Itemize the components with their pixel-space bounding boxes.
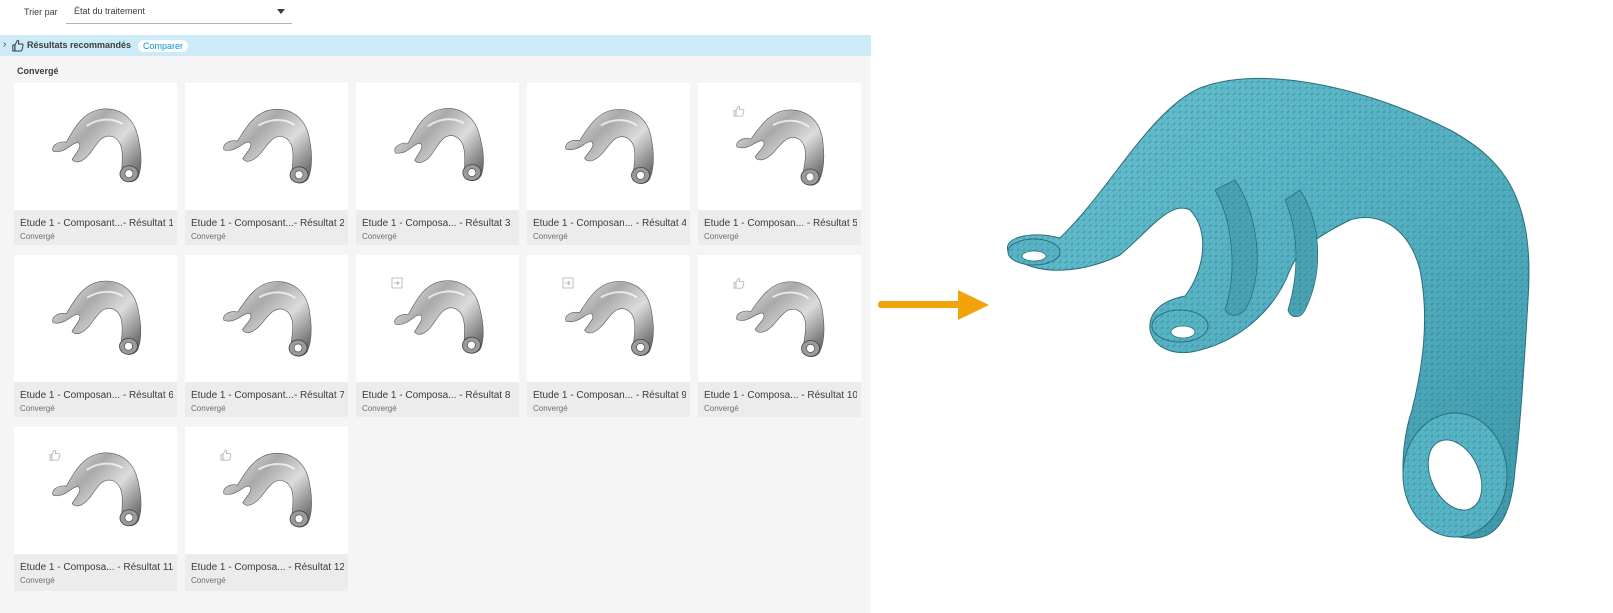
results-grid: Convergé Étude 1 - Composant...- Résulta… [0, 56, 871, 613]
sort-bar: Trier par État du traitement [0, 0, 871, 35]
part-thumbnail [736, 281, 825, 358]
result-status: Convergé [704, 232, 739, 241]
sort-label: Trier par [24, 7, 58, 17]
result-status: Convergé [533, 232, 568, 241]
arrow-right-icon [878, 290, 989, 320]
result-thumbnail[interactable] [527, 255, 690, 382]
result-thumbnail[interactable] [14, 427, 177, 554]
result-card[interactable]: Étude 1 - Composant...- Résultat 2 Conve… [185, 83, 348, 245]
result-thumbnail[interactable] [356, 255, 519, 382]
result-thumbnail[interactable] [698, 83, 861, 210]
part-thumbnail [223, 108, 312, 184]
result-title: Étude 1 - Composa... - Résultat 10 [704, 390, 857, 401]
meshed-part-model [1007, 77, 1530, 539]
caret-down-icon [277, 9, 285, 14]
thumbs-up-icon[interactable] [49, 449, 61, 461]
part-thumbnail [52, 280, 141, 355]
result-card[interactable]: Étude 1 - Composa... - Résultat 3 Conver… [356, 83, 519, 245]
result-thumbnail[interactable] [14, 255, 177, 382]
result-card[interactable]: Étude 1 - Composan... - Résultat 5 Conve… [698, 83, 861, 245]
thumbs-up-icon[interactable] [220, 449, 232, 461]
result-status: Convergé [704, 404, 739, 413]
result-card[interactable]: Étude 1 - Composa... - Résultat 12 Conve… [185, 427, 348, 591]
result-title: Étude 1 - Composant...- Résultat 7 [191, 390, 344, 401]
result-status: Convergé [191, 576, 226, 585]
result-status: Convergé [191, 232, 226, 241]
chevron-right-icon[interactable]: › [3, 40, 6, 50]
result-title: Étude 1 - Composan... - Résultat 6 [20, 390, 173, 401]
result-thumbnail[interactable] [698, 255, 861, 382]
result-card[interactable]: Étude 1 - Composa... - Résultat 11 Conve… [14, 427, 177, 591]
result-thumbnail[interactable] [185, 427, 348, 554]
part-thumbnail [565, 281, 654, 356]
result-title: Étude 1 - Composa... - Résultat 8 [362, 390, 511, 401]
thumbs-up-icon [12, 39, 24, 52]
result-status: Convergé [20, 576, 55, 585]
part-thumbnail [736, 109, 825, 186]
result-status: Convergé [191, 404, 226, 413]
sort-dropdown[interactable]: État du traitement [66, 0, 292, 24]
part-thumbnail [394, 280, 484, 354]
result-card[interactable]: Étude 1 - Composant...- Résultat 7 Conve… [185, 255, 348, 417]
result-card[interactable]: Étude 1 - Composan... - Résultat 9 Conve… [527, 255, 690, 417]
result-thumbnail[interactable] [14, 83, 177, 210]
result-status: Convergé [533, 404, 568, 413]
result-status: Convergé [20, 232, 55, 241]
result-title: Étude 1 - Composant...- Résultat 2 [191, 218, 344, 229]
result-title: Étude 1 - Composant...- Résultat 1 [20, 218, 173, 229]
result-thumbnail[interactable] [185, 255, 348, 382]
result-title: Étude 1 - Composa... - Résultat 12 [191, 562, 344, 573]
result-card[interactable]: Étude 1 - Composant...- Résultat 1 Conve… [14, 83, 177, 245]
result-status: Convergé [362, 404, 397, 413]
result-title: Étude 1 - Composan... - Résultat 5 [704, 218, 857, 229]
result-title: Étude 1 - Composan... - Résultat 9 [533, 390, 686, 401]
result-status: Convergé [362, 232, 397, 241]
recommended-results-bar[interactable]: › Résultats recommandés Comparer [0, 35, 871, 56]
sort-dropdown-value: État du traitement [74, 6, 146, 16]
part-thumbnail [223, 452, 312, 528]
part-thumbnail [52, 452, 142, 527]
part-thumbnail [52, 108, 142, 183]
result-title: Étude 1 - Composa... - Résultat 11 [20, 562, 173, 573]
result-thumbnail[interactable] [185, 83, 348, 210]
thumbs-up-icon[interactable] [733, 105, 745, 117]
group-label-converged: Convergé [17, 66, 59, 76]
compare-button[interactable]: Comparer [138, 40, 189, 52]
result-card[interactable]: Étude 1 - Composan... - Résultat 6 Conve… [14, 255, 177, 417]
result-thumbnail[interactable] [356, 83, 519, 210]
result-thumbnail[interactable] [527, 83, 690, 210]
part-thumbnail [565, 109, 654, 184]
export-icon[interactable] [562, 277, 574, 289]
recommended-results-label: Résultats recommandés [27, 40, 132, 50]
thumbs-up-icon[interactable] [733, 277, 745, 289]
result-card[interactable]: Étude 1 - Composan... - Résultat 4 Conve… [527, 83, 690, 245]
result-card[interactable]: Étude 1 - Composa... - Résultat 8 Conver… [356, 255, 519, 417]
part-thumbnail [394, 108, 484, 181]
result-title: Étude 1 - Composa... - Résultat 3 [362, 218, 511, 229]
result-card[interactable]: Étude 1 - Composa... - Résultat 10 Conve… [698, 255, 861, 417]
result-title: Étude 1 - Composan... - Résultat 4 [533, 218, 686, 229]
part-thumbnail [223, 281, 312, 357]
results-panel: Trier par État du traitement › Résultats… [0, 0, 871, 613]
result-status: Convergé [20, 404, 55, 413]
export-icon[interactable] [391, 277, 403, 289]
